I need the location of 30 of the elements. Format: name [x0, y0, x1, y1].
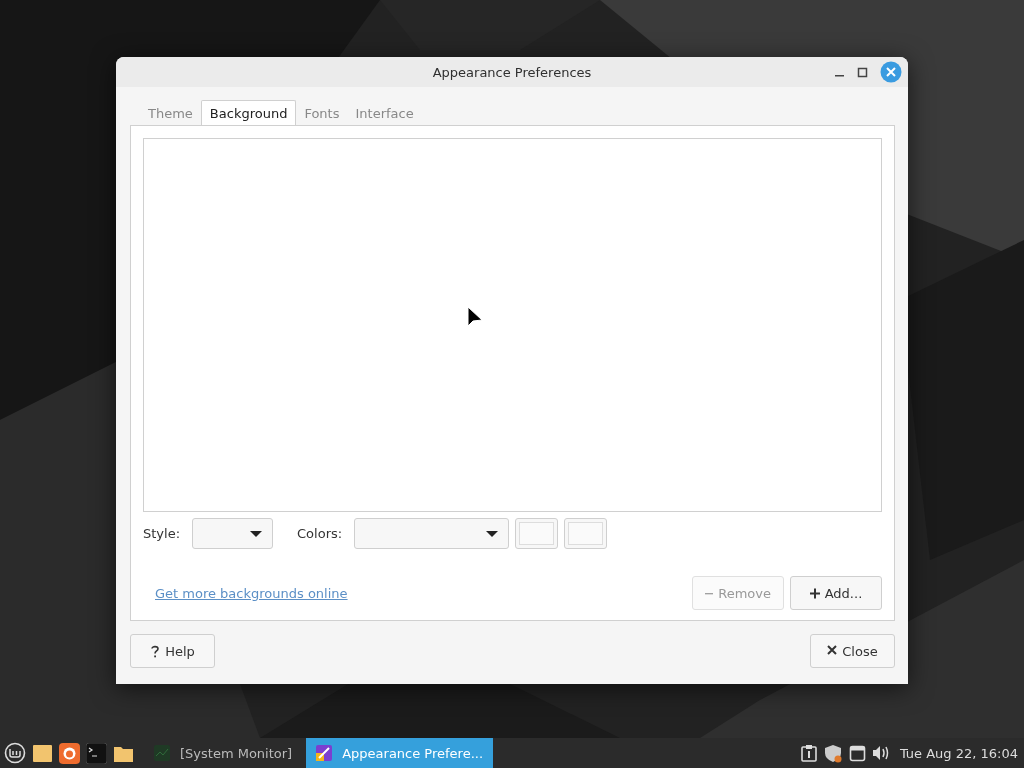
help-button[interactable]: Help: [130, 634, 215, 668]
brush-icon: [316, 745, 333, 761]
folder-icon[interactable]: [32, 742, 53, 764]
color-button[interactable]: [515, 518, 559, 549]
add-button[interactable]: Add...: [790, 576, 882, 610]
plus-icon: [809, 587, 820, 599]
colors-label: Colors:: [297, 526, 343, 541]
window-title: Appearance Preferences: [432, 64, 592, 80]
chart-icon: [154, 745, 170, 761]
maximize-icon[interactable]: [857, 66, 868, 78]
caret-icon: [486, 530, 499, 537]
close-icon[interactable]: [880, 61, 902, 83]
menu-icon[interactable]: [4, 742, 26, 764]
shield-icon[interactable]: [823, 743, 843, 763]
fox-icon[interactable]: [59, 742, 80, 764]
question-mark-icon: [150, 644, 161, 658]
colors-dropdown[interactable]: [354, 518, 510, 549]
window-icon[interactable]: [848, 744, 866, 762]
color-button[interactable]: [564, 518, 608, 549]
terminal-icon[interactable]: [86, 742, 107, 764]
cursor-icon: [467, 306, 484, 328]
clipboard-icon[interactable]: [799, 744, 818, 762]
style-label: Style:: [143, 526, 181, 541]
tab[interactable]: Background: [200, 100, 297, 125]
clock[interactable]: Tue Aug 22, 16:04: [899, 745, 1018, 761]
link[interactable]: Get more backgrounds online: [155, 585, 348, 601]
caret-icon: [250, 530, 263, 537]
taskbar-window-button[interactable]: [System Monitor]: [144, 738, 303, 768]
close-button[interactable]: Close: [810, 634, 895, 668]
volume-icon[interactable]: [871, 744, 890, 762]
